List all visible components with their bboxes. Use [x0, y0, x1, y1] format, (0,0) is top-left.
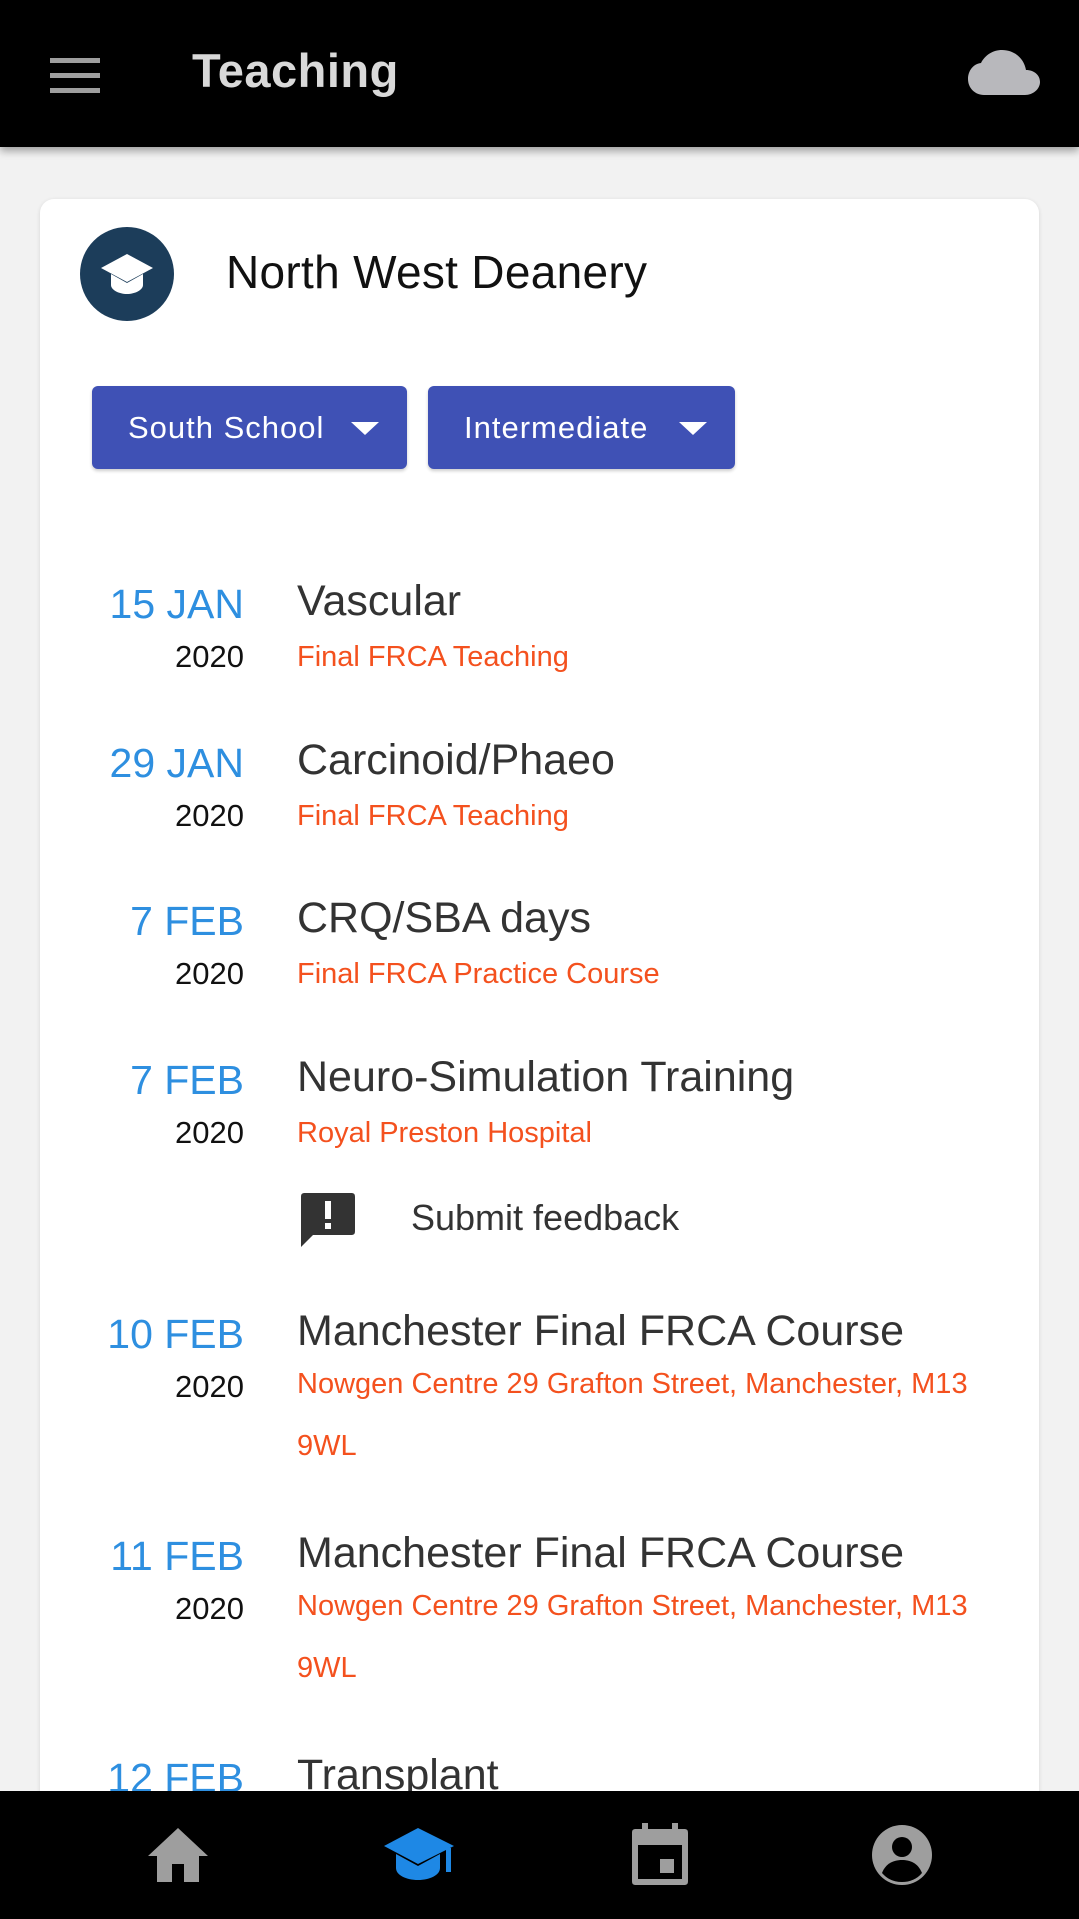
event-title: Manchester Final FRCA Course — [297, 1529, 904, 1577]
sync-button[interactable] — [968, 48, 1040, 100]
event-subtitle: Final FRCA Practice Course — [297, 958, 660, 990]
app-bar: Teaching — [0, 0, 1079, 147]
feedback-icon — [301, 1193, 355, 1247]
school-dropdown-label: South School — [128, 409, 325, 445]
bottom-navigation — [0, 1791, 1079, 1919]
event-title: Vascular — [297, 577, 462, 625]
nav-calendar-button[interactable] — [620, 1817, 700, 1893]
event-title: Carcinoid/Phaeo — [297, 736, 615, 784]
account-icon — [872, 1825, 932, 1885]
event-date: 10 FEB — [107, 1311, 244, 1357]
nav-home-button[interactable] — [138, 1817, 218, 1893]
event-year: 2020 — [175, 1591, 244, 1626]
chevron-down-icon — [351, 422, 379, 435]
deanery-title: North West Deanery — [226, 246, 648, 298]
event-subtitle: Final FRCA Teaching — [297, 641, 569, 673]
page-title: Teaching — [192, 44, 399, 97]
level-dropdown[interactable]: Intermediate — [428, 386, 735, 469]
nav-teaching-button[interactable] — [380, 1817, 460, 1893]
event-title: CRQ/SBA days — [297, 894, 591, 942]
event-subtitle: Final FRCA Teaching — [297, 800, 569, 832]
event-date: 29 JAN — [109, 740, 244, 786]
event-year: 2020 — [175, 639, 244, 674]
event-year: 2020 — [175, 798, 244, 833]
event-date: 15 JAN — [109, 581, 244, 627]
event-subtitle: Nowgen Centre 29 Grafton Street, Manches… — [297, 1590, 968, 1684]
event-year: 2020 — [175, 1369, 244, 1404]
level-dropdown-label: Intermediate — [464, 409, 649, 445]
menu-icon — [50, 58, 100, 93]
calendar-icon — [632, 1823, 688, 1885]
menu-button[interactable] — [42, 50, 108, 100]
event-year: 2020 — [175, 1115, 244, 1150]
school-dropdown[interactable]: South School — [92, 386, 407, 469]
graduation-cap-icon — [384, 1828, 454, 1880]
home-icon — [148, 1828, 208, 1882]
nav-account-button[interactable] — [862, 1817, 942, 1893]
teaching-card: North West Deanery South School Intermed… — [40, 199, 1039, 1839]
cloud-icon — [968, 50, 1040, 95]
event-title: Manchester Final FRCA Course — [297, 1307, 904, 1355]
submit-feedback-button[interactable]: Submit feedback — [297, 1185, 897, 1249]
event-subtitle: Royal Preston Hospital — [297, 1117, 592, 1149]
submit-feedback-label: Submit feedback — [411, 1197, 680, 1238]
event-title: Neuro-Simulation Training — [297, 1053, 795, 1101]
event-year: 2020 — [175, 956, 244, 991]
event-subtitle: Nowgen Centre 29 Grafton Street, Manches… — [297, 1368, 968, 1462]
graduation-cap-icon — [101, 254, 153, 294]
deanery-avatar — [80, 227, 174, 321]
event-date: 7 FEB — [130, 898, 244, 944]
event-date: 11 FEB — [110, 1533, 244, 1579]
event-date: 7 FEB — [130, 1057, 244, 1103]
chevron-down-icon — [679, 422, 707, 435]
